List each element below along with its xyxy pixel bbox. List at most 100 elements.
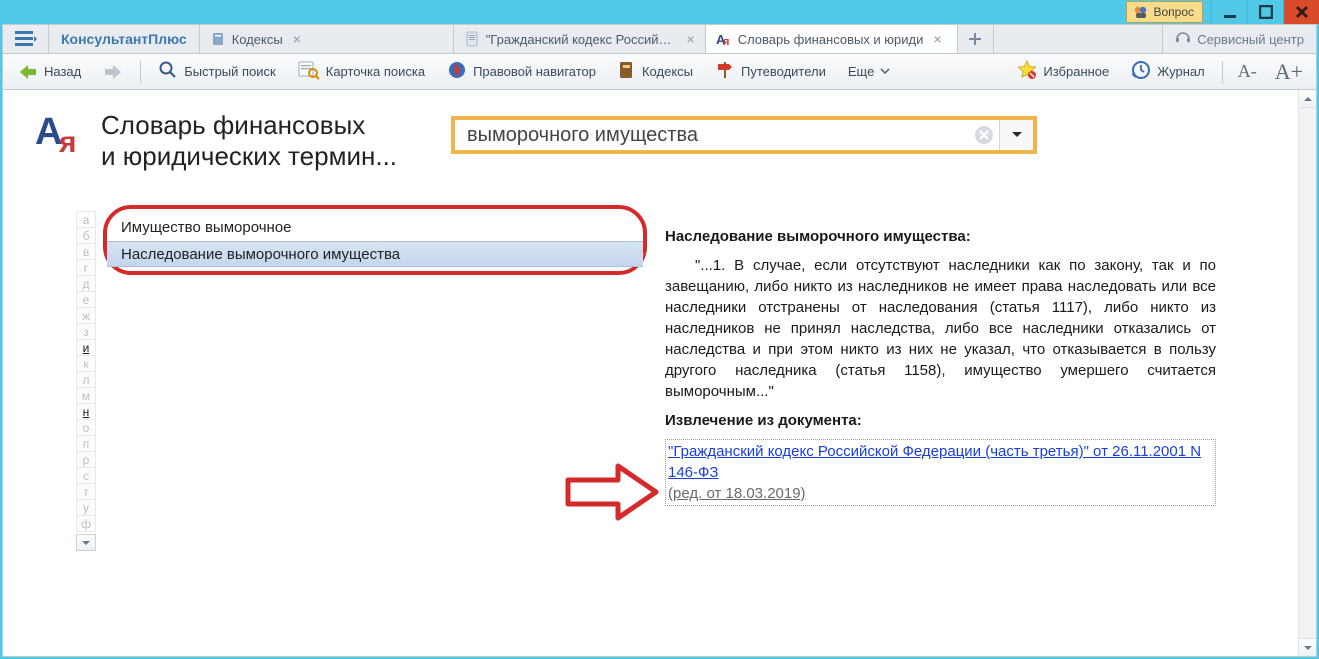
question-button[interactable]: Вопрос <box>1126 1 1203 23</box>
scroll-down-button[interactable] <box>1299 638 1316 656</box>
term-list-highlight: Имущество выморочное Наследование выморо… <box>103 205 647 275</box>
question-label: Вопрос <box>1153 5 1194 19</box>
journal-button[interactable]: Журнал <box>1122 56 1213 87</box>
definition-panel: Наследование выморочного имущества: "...… <box>665 218 1216 506</box>
tab-close-icon[interactable]: × <box>687 32 695 46</box>
svg-text:я: я <box>58 126 77 156</box>
alpha-cell-у: у <box>76 499 96 516</box>
alpha-cell-т: т <box>76 483 96 500</box>
legal-navigator-label: Правовой навигатор <box>473 64 596 79</box>
title-line: Словарь финансовых <box>101 110 397 141</box>
brand[interactable]: КонсультантПлюс <box>49 25 200 53</box>
alpha-cell-р: р <box>76 451 96 468</box>
question-icon <box>1133 4 1149 20</box>
chevron-down-icon <box>1011 130 1023 140</box>
journal-label: Журнал <box>1157 64 1204 79</box>
alpha-cell-ж: ж <box>76 307 96 324</box>
alpha-cell-н[interactable]: н <box>76 403 96 420</box>
card-search-button[interactable]: Карточка поиска <box>289 56 434 87</box>
forward-button[interactable] <box>94 59 132 85</box>
favorites-label: Избранное <box>1043 64 1109 79</box>
tab-close-icon[interactable]: × <box>293 32 301 46</box>
dictionary-icon: Ая <box>716 31 732 47</box>
tab-label: Кодексы <box>232 32 283 47</box>
alpha-cell-с: с <box>76 467 96 484</box>
definition-heading: Наследование выморочного имущества: <box>665 228 971 245</box>
definition-body: "...1. В случае, если отсутствуют наслед… <box>665 255 1216 402</box>
tab-label: "Гражданский кодекс Российско <box>486 32 677 47</box>
alpha-cell-е: е <box>76 291 96 308</box>
codex-icon <box>618 60 636 83</box>
service-center-label: Сервисный центр <box>1197 32 1304 47</box>
service-center-button[interactable]: Сервисный центр <box>1163 25 1316 53</box>
card-search-icon <box>298 60 320 83</box>
alpha-cell-п: п <box>76 435 96 452</box>
alpha-cell-в: в <box>76 243 96 260</box>
clock-icon <box>1131 60 1151 83</box>
guides-button[interactable]: Путеводители <box>706 56 835 87</box>
chevron-down-icon <box>880 68 890 76</box>
menu-button[interactable] <box>3 25 49 53</box>
book-icon <box>210 31 226 47</box>
scroll-up-button[interactable] <box>1299 90 1316 108</box>
toolbar: Назад Быстрый поиск Карточка поиска Прав… <box>2 54 1317 90</box>
more-label: Еще <box>848 64 874 79</box>
term-item[interactable]: Имущество выморочное <box>107 215 643 241</box>
codexes-button[interactable]: Кодексы <box>609 56 702 87</box>
quick-search-button[interactable]: Быстрый поиск <box>149 56 285 87</box>
card-search-label: Карточка поиска <box>326 64 425 79</box>
tab-dictionary[interactable]: Ая Словарь финансовых и юриди × <box>706 25 958 53</box>
alpha-cell-м: м <box>76 387 96 404</box>
annotation-arrow-icon <box>563 462 663 522</box>
tab-label: Словарь финансовых и юриди <box>738 32 924 47</box>
alphabet-index: абвгдежзиклмнопрстуф <box>76 212 96 551</box>
tabstrip: КонсультантПлюс Кодексы × "Гражданский к… <box>2 24 1317 54</box>
alpha-cell-ф: ф <box>76 515 96 532</box>
main-area: Ая Словарь финансовых и юридических терм… <box>2 90 1317 657</box>
tab-civil-code[interactable]: "Гражданский кодекс Российско × <box>454 25 706 53</box>
back-label: Назад <box>44 64 81 79</box>
document-reference: "Гражданский кодекс Российской Федерации… <box>665 439 1216 506</box>
alpha-scroll-down[interactable] <box>76 534 96 551</box>
alpha-cell-о: о <box>76 419 96 436</box>
font-increase-button[interactable]: A+ <box>1268 58 1310 86</box>
magnifier-icon <box>158 60 178 83</box>
titlebar: Вопрос <box>0 0 1319 24</box>
page-title: Словарь финансовых и юридических термин.… <box>101 110 397 171</box>
clear-search-button[interactable] <box>969 120 999 150</box>
new-tab-button[interactable] <box>958 25 994 53</box>
star-icon <box>1017 60 1037 83</box>
close-button[interactable] <box>1283 0 1319 24</box>
compass-icon <box>447 60 467 83</box>
alpha-cell-д: д <box>76 275 96 292</box>
favorites-button[interactable]: Избранное <box>1008 56 1118 87</box>
maximize-button[interactable] <box>1247 0 1283 24</box>
document-icon <box>464 31 480 47</box>
signpost-icon <box>715 60 735 83</box>
tab-codexes[interactable]: Кодексы × <box>200 25 454 53</box>
title-line: и юридических термин... <box>101 141 397 172</box>
extract-label: Извлечение из документа: <box>665 412 862 429</box>
alpha-cell-к: к <box>76 355 96 372</box>
back-button[interactable]: Назад <box>9 59 90 85</box>
font-decrease-button[interactable]: A- <box>1231 60 1264 83</box>
dictionary-header: Ая Словарь финансовых и юридических терм… <box>35 110 397 171</box>
alpha-cell-г: г <box>76 259 96 276</box>
clear-icon <box>974 125 994 145</box>
alpha-cell-а: а <box>76 211 96 228</box>
term-item-selected[interactable]: Наследование выморочного имущества <box>107 241 643 267</box>
headset-icon <box>1175 31 1191 48</box>
svg-text:я: я <box>723 36 729 47</box>
minimize-button[interactable] <box>1211 0 1247 24</box>
alpha-cell-и[interactable]: и <box>76 339 96 356</box>
search-dropdown-button[interactable] <box>999 120 1033 150</box>
document-link[interactable]: "Гражданский кодекс Российской Федерации… <box>668 443 1201 481</box>
vertical-scrollbar[interactable] <box>1298 90 1316 656</box>
tab-close-icon[interactable]: × <box>933 32 941 46</box>
more-button[interactable]: Еще <box>839 60 899 83</box>
codexes-label: Кодексы <box>642 64 693 79</box>
document-edition: (ред. от 18.03.2019) <box>668 485 806 502</box>
search-box <box>451 116 1037 154</box>
search-input[interactable] <box>455 124 969 147</box>
legal-navigator-button[interactable]: Правовой навигатор <box>438 56 605 87</box>
